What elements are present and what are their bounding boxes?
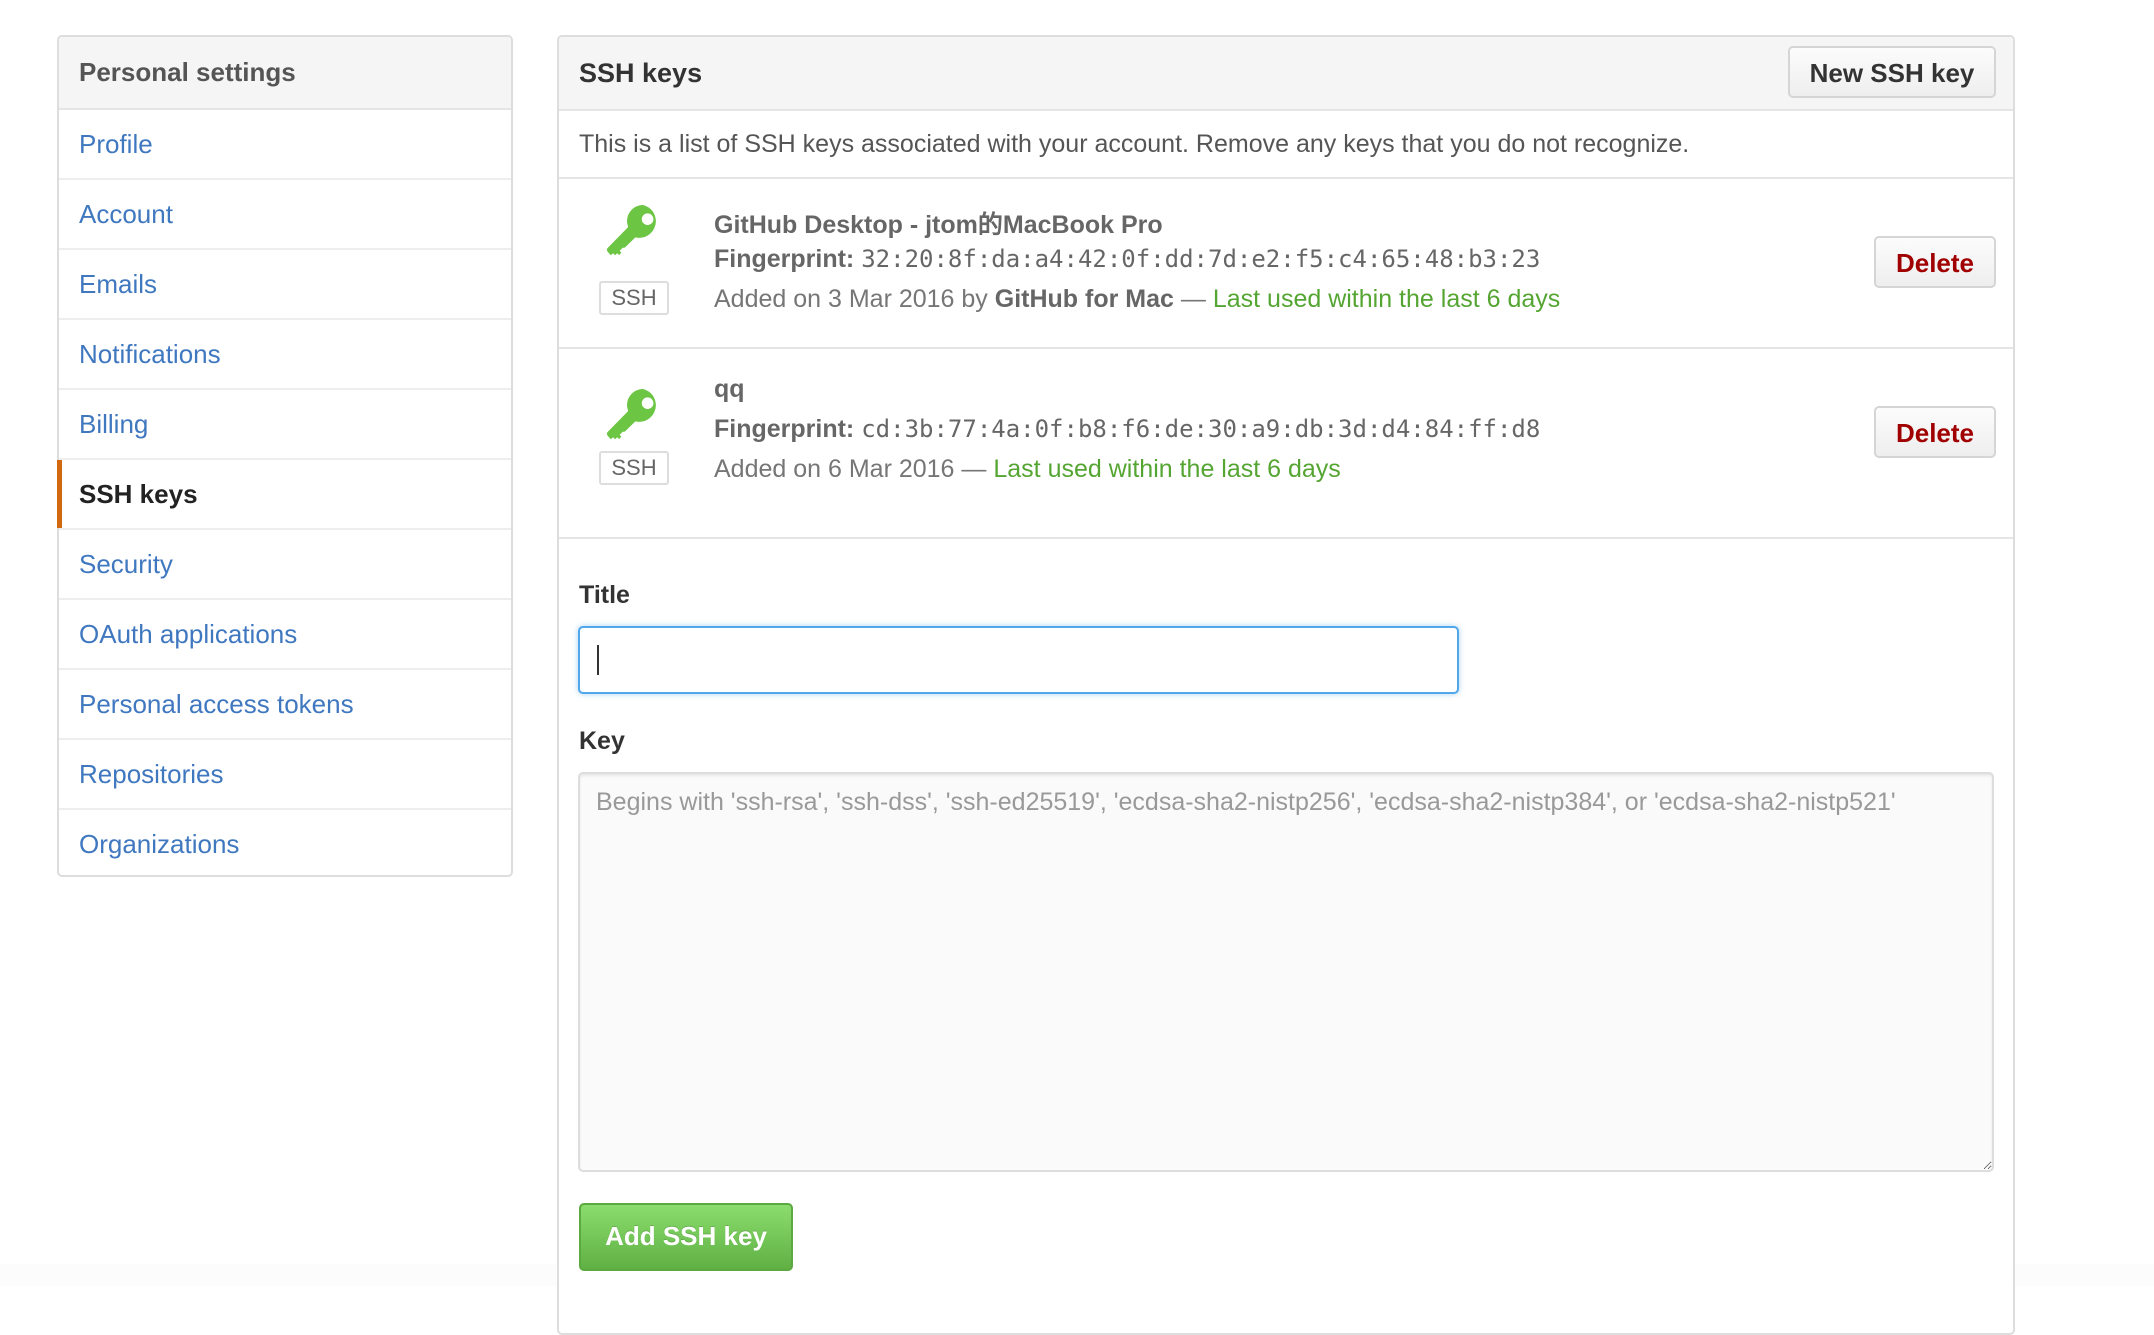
fingerprint-label: Fingerprint: — [714, 415, 855, 443]
sidebar-item-ssh-keys[interactable]: SSH keys — [57, 460, 511, 530]
key-icon — [606, 205, 656, 256]
sidebar-item-personal-access-tokens[interactable]: Personal access tokens — [59, 670, 511, 740]
key-label: Key — [579, 727, 625, 755]
key-title: qq — [714, 375, 745, 403]
fingerprint-value: cd:3b:77:4a:0f:b8:f6:de:30:a9:db:3d:d4:8… — [861, 415, 1541, 443]
key-fingerprint: Fingerprint: 32:20:8f:da:a4:42:0f:dd:7d:… — [714, 245, 1540, 274]
new-ssh-key-button[interactable]: New SSH key — [1788, 46, 1996, 98]
last-used: Last used within the last 6 days — [1212, 285, 1561, 313]
ssh-badge: SSH — [599, 281, 669, 315]
sidebar-item-billing[interactable]: Billing — [59, 390, 511, 460]
title-label: Title — [579, 581, 630, 609]
fingerprint-label: Fingerprint: — [714, 245, 855, 273]
delete-key-button[interactable]: Delete — [1874, 406, 1996, 458]
sidebar-item-organizations[interactable]: Organizations — [59, 810, 511, 880]
ssh-keys-panel: SSH keys New SSH key This is a list of S… — [557, 35, 2015, 1335]
key-fingerprint: Fingerprint: cd:3b:77:4a:0f:b8:f6:de:30:… — [714, 415, 1540, 444]
ssh-key-item: SSH qq Fingerprint: cd:3b:77:4a:0f:b8:f6… — [559, 349, 2013, 539]
key-meta: Added on 6 Mar 2016 — Last used within t… — [714, 455, 1341, 484]
fingerprint-value: 32:20:8f:da:a4:42:0f:dd:7d:e2:f5:c4:65:4… — [861, 245, 1541, 273]
last-used: Last used within the last 6 days — [993, 455, 1341, 483]
panel-header: SSH keys New SSH key — [559, 37, 2013, 111]
key-textarea[interactable] — [578, 772, 1994, 1172]
sidebar-item-repositories[interactable]: Repositories — [59, 740, 511, 810]
sidebar-item-oauth-applications[interactable]: OAuth applications — [59, 600, 511, 670]
added-date: Added on 6 Mar 2016 — [714, 455, 955, 483]
sidebar-item-emails[interactable]: Emails — [59, 250, 511, 320]
sidebar-item-notifications[interactable]: Notifications — [59, 320, 511, 390]
text-caret — [597, 645, 599, 675]
page-title: SSH keys — [579, 58, 703, 88]
delete-key-button[interactable]: Delete — [1874, 236, 1996, 288]
key-title: GitHub Desktop - jtom的MacBook Pro — [714, 211, 1163, 239]
added-by: GitHub for Mac — [994, 285, 1174, 313]
add-ssh-key-button[interactable]: Add SSH key — [579, 1203, 793, 1271]
sidebar-item-profile[interactable]: Profile — [59, 110, 511, 180]
sidebar-item-account[interactable]: Account — [59, 180, 511, 250]
meta-separator: — — [961, 455, 987, 483]
title-input[interactable] — [578, 626, 1459, 694]
settings-sidebar: Personal settings Profile Account Emails… — [57, 35, 513, 877]
meta-separator: — — [1180, 285, 1206, 313]
sidebar-item-security[interactable]: Security — [59, 530, 511, 600]
key-meta: Added on 3 Mar 2016 by GitHub for Mac — … — [714, 285, 1560, 314]
ssh-badge: SSH — [599, 451, 669, 485]
key-icon — [606, 389, 656, 440]
added-date: Added on 3 Mar 2016 by — [714, 285, 988, 313]
sidebar-title: Personal settings — [59, 37, 511, 110]
panel-description: This is a list of SSH keys associated wi… — [559, 111, 2013, 179]
ssh-key-item: SSH GitHub Desktop - jtom的MacBook Pro Fi… — [559, 179, 2013, 349]
